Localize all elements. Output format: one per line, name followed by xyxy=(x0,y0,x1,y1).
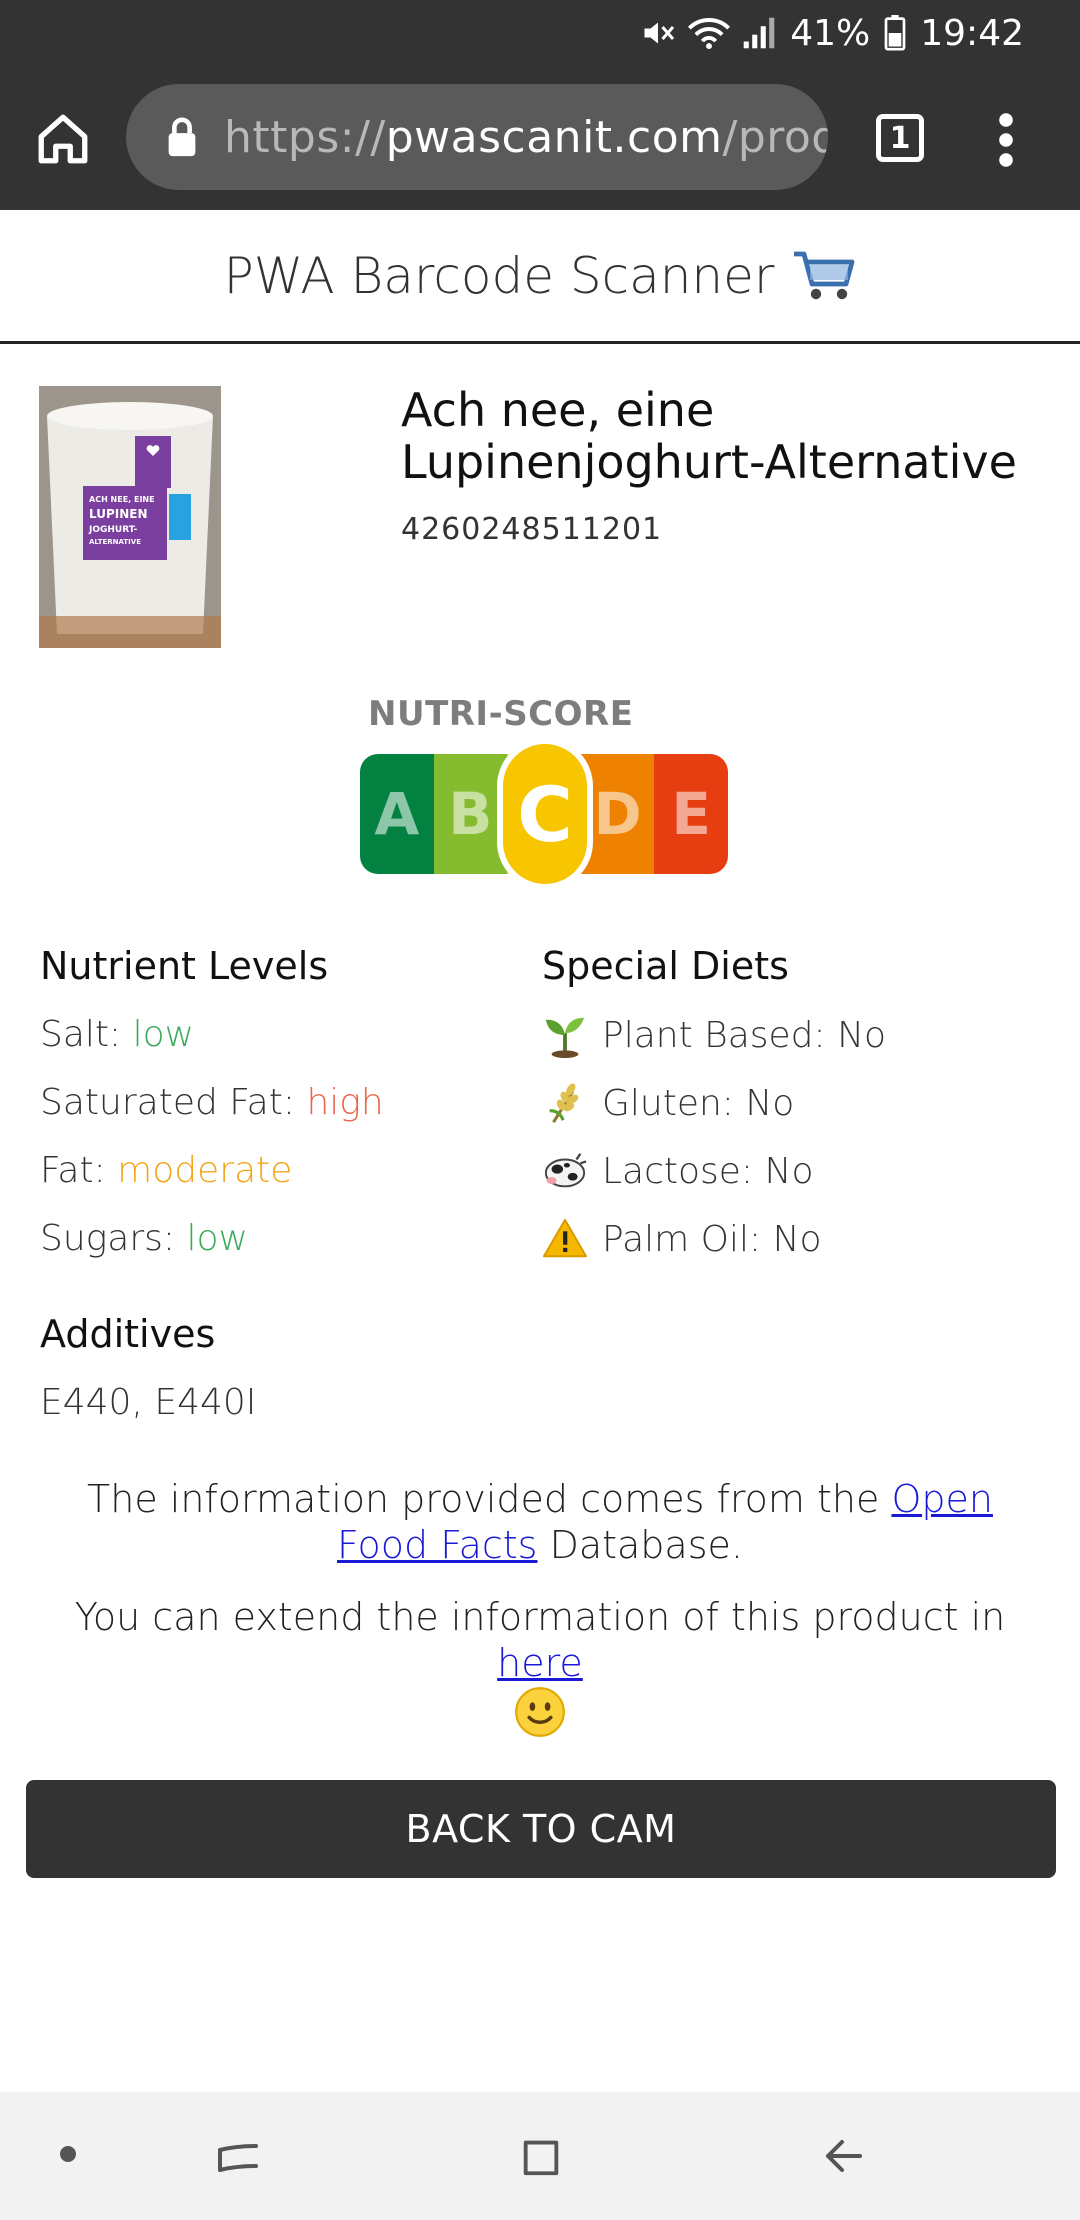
diet-row-plant-based: Plant Based: No xyxy=(542,1012,886,1058)
recent-apps-icon[interactable] xyxy=(214,2134,262,2178)
nutrient-label: Fat: xyxy=(40,1150,106,1191)
warning-icon xyxy=(542,1218,588,1258)
battery-percent: 41% xyxy=(790,12,871,54)
svg-text:LUPINEN: LUPINEN xyxy=(89,507,148,521)
nutrient-levels-heading: Nutrient Levels xyxy=(40,944,329,988)
wheat-icon xyxy=(549,1083,579,1123)
nutri-grade-active: C xyxy=(497,738,593,890)
tab-switcher-button[interactable]: 1 xyxy=(876,114,924,162)
page-title: PWA Barcode Scanner xyxy=(223,246,775,305)
special-diets-heading: Special Diets xyxy=(542,944,789,988)
diet-text: Lactose: No xyxy=(602,1150,814,1192)
battery-icon xyxy=(884,15,906,51)
extend-product-link[interactable]: here xyxy=(497,1641,583,1685)
nutrient-label: Saturated Fat: xyxy=(40,1082,295,1123)
additives-list: E440, E440I xyxy=(40,1382,257,1423)
diet-text: Palm Oil: No xyxy=(602,1218,822,1260)
diet-text: Plant Based: No xyxy=(602,1014,887,1056)
additives-heading: Additives xyxy=(40,1312,216,1356)
seedling-icon xyxy=(545,1017,585,1058)
nutri-score-label: NUTRI-SCORE xyxy=(368,694,634,734)
clock: 19:42 xyxy=(920,12,1024,54)
diet-row-gluten: Gluten: No xyxy=(542,1080,794,1126)
nutrient-label: Sugars: xyxy=(40,1218,176,1259)
shopping-cart-icon xyxy=(794,251,855,299)
svg-text:JOGHURT-: JOGHURT- xyxy=(88,525,138,535)
nutrient-level: low xyxy=(132,1014,195,1055)
source-note-prefix: The information provided comes from the xyxy=(87,1477,892,1521)
url-host: pwascanit.com xyxy=(385,111,723,163)
smiley-icon xyxy=(515,1687,565,1737)
nutrient-row-salt: Salt: low xyxy=(40,1014,194,1055)
app-header: PWA Barcode Scanner xyxy=(0,210,1080,344)
back-to-cam-button[interactable]: BACK TO CAM xyxy=(26,1780,1056,1878)
nutrient-level: moderate xyxy=(117,1150,293,1191)
browser-toolbar: https://pwascanit.com/prod 1 xyxy=(0,66,1080,210)
diet-row-lactose: Lactose: No xyxy=(542,1148,813,1194)
source-note-suffix: Database. xyxy=(537,1523,743,1567)
extend-note: You can extend the information of this p… xyxy=(40,1594,1040,1738)
svg-text:ALTERNATIVE: ALTERNATIVE xyxy=(89,538,141,546)
source-note: The information provided comes from the … xyxy=(40,1476,1040,1568)
status-bar: 41% 19:42 xyxy=(0,0,1080,66)
nutri-grade-e: E xyxy=(654,754,728,874)
nutri-score: NUTRI-SCORE A B C D E C xyxy=(360,694,730,890)
diet-row-palm-oil: Palm Oil: No xyxy=(542,1216,822,1262)
nutrient-label: Salt: xyxy=(40,1014,122,1055)
diet-text: Gluten: No xyxy=(602,1082,795,1124)
product-image-label: ACH NEE, EINE xyxy=(89,495,155,504)
extend-note-prefix: You can extend the information of this p… xyxy=(74,1595,1006,1639)
nav-dot-icon[interactable] xyxy=(60,2146,76,2162)
product-image: ACH NEE, EINE LUPINEN JOGHURT- ALTERNATI… xyxy=(39,386,221,648)
home-square-icon[interactable] xyxy=(518,2132,564,2180)
nutri-grade-a: A xyxy=(360,754,434,874)
nutrient-row-sugars: Sugars: low xyxy=(40,1218,248,1259)
home-icon[interactable] xyxy=(34,110,92,168)
nutrient-level: high xyxy=(306,1082,384,1123)
nutrient-row-fat: Fat: moderate xyxy=(40,1150,292,1191)
product-name: Ach nee, eine Lupinenjoghurt-Alternative xyxy=(401,383,1017,489)
address-bar[interactable]: https://pwascanit.com/prod xyxy=(126,84,828,190)
more-menu-icon[interactable] xyxy=(990,112,1022,168)
url-path: /prod xyxy=(722,111,829,163)
lock-icon xyxy=(168,117,196,157)
product-barcode: 4260248511201 xyxy=(401,512,663,547)
status-icons xyxy=(640,15,776,51)
url-scheme: https:// xyxy=(224,111,386,163)
system-nav-bar xyxy=(0,2092,1080,2220)
cow-icon xyxy=(544,1153,587,1188)
back-arrow-icon[interactable] xyxy=(820,2132,868,2180)
nutrient-row-saturated-fat: Saturated Fat: high xyxy=(40,1082,384,1123)
mute-icon xyxy=(644,22,675,44)
signal-icon xyxy=(743,17,775,49)
nutrient-level: low xyxy=(186,1218,248,1259)
wifi-icon xyxy=(688,18,731,50)
url-text: https://pwascanit.com/prod xyxy=(224,112,828,163)
